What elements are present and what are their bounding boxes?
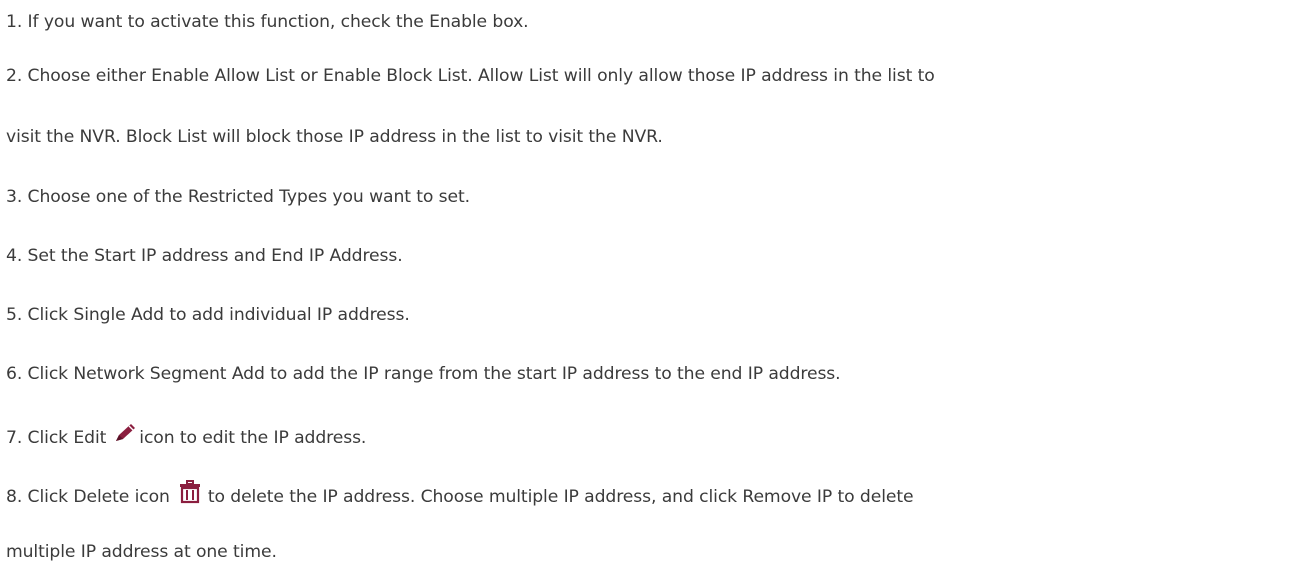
step-5: 5. Click Single Add to add individual IP… — [6, 304, 410, 326]
step-7: 7. Click Edit icon to edit the IP addres… — [6, 423, 366, 453]
step-2-text-1: 2. Choose either Enable Allow List or En… — [6, 66, 935, 86]
step-8-line-2: multiple IP address at one time. — [6, 541, 277, 563]
step-2-line-1: 2. Choose either Enable Allow List or En… — [6, 65, 935, 87]
step-7-text-before: 7. Click Edit — [6, 428, 107, 448]
trash-icon — [178, 480, 202, 510]
step-2-line-2: visit the NVR. Block List will block tho… — [6, 126, 663, 148]
step-6-text: 6. Click Network Segment Add to add the … — [6, 364, 841, 384]
step-4: 4. Set the Start IP address and End IP A… — [6, 245, 403, 267]
step-8-line-1: 8. Click Delete icon to delete the IP ad… — [6, 480, 914, 512]
step-5-text: 5. Click Single Add to add individual IP… — [6, 305, 410, 325]
pencil-icon — [110, 421, 138, 451]
step-3: 3. Choose one of the Restricted Types yo… — [6, 186, 470, 208]
step-7-text-after: icon to edit the IP address. — [139, 428, 367, 448]
step-2-text-2: visit the NVR. Block List will block tho… — [6, 127, 663, 147]
step-3-text: 3. Choose one of the Restricted Types yo… — [6, 187, 471, 207]
step-8-text-after: to delete the IP address. Choose multipl… — [207, 487, 914, 507]
step-6: 6. Click Network Segment Add to add the … — [6, 363, 841, 385]
step-4-text: 4. Set the Start IP address and End IP A… — [6, 246, 403, 266]
step-1: 1. If you want to activate this function… — [6, 11, 529, 33]
step-1-text: 1. If you want to activate this function… — [6, 12, 529, 32]
step-8-text-2: multiple IP address at one time. — [6, 542, 277, 562]
step-8-text-before: 8. Click Delete icon — [6, 487, 170, 507]
